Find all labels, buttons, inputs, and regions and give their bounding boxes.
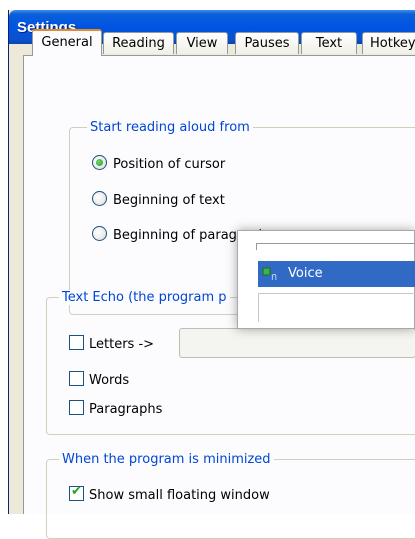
radio-icon: [92, 226, 107, 241]
radio-selected-icon: [92, 155, 107, 170]
tab-label: Hotkey: [370, 36, 415, 51]
menu-item-voice[interactable]: ก Voice: [258, 261, 415, 287]
tab-hotkey[interactable]: Hotkey: [362, 32, 415, 54]
tab-pauses[interactable]: Pauses: [235, 32, 299, 54]
checkbox-words[interactable]: Words: [69, 371, 129, 388]
radio-icon: [92, 191, 107, 206]
tab-label: Pauses: [244, 36, 290, 51]
menu-bar-edge: [256, 243, 415, 250]
tab-reading[interactable]: Reading: [103, 32, 174, 54]
checkbox-checked-icon: [69, 484, 84, 501]
checkbox-icon: [69, 335, 84, 350]
option-label: Letters ->: [89, 337, 155, 352]
context-menu-popup: ก Voice: [237, 230, 415, 329]
option-label: Show small floating window: [89, 488, 270, 503]
option-label: Words: [89, 373, 130, 388]
menu-item-label: Voice: [288, 266, 323, 281]
option-label: Position of cursor: [113, 157, 226, 172]
checkbox-letters[interactable]: Letters ->: [69, 335, 154, 352]
start-reading-legend: Start reading aloud from: [87, 120, 253, 135]
checkbox-icon: [69, 400, 84, 415]
radio-beginning-of-text[interactable]: Beginning of text: [92, 191, 225, 208]
tab-text[interactable]: Text: [301, 32, 357, 54]
tab-label: General: [41, 35, 93, 50]
text-echo-legend: Text Echo (the program p: [59, 290, 230, 305]
menu-lower-area: [258, 293, 415, 322]
letters-settings-button[interactable]: [179, 328, 415, 358]
minimized-legend: When the program is minimized: [59, 452, 274, 467]
tab-label: Text: [315, 36, 343, 51]
tab-label: View: [186, 36, 218, 51]
option-label: Beginning of text: [113, 193, 225, 208]
checkbox-show-floating-window[interactable]: Show small floating window: [69, 484, 270, 503]
tab-general[interactable]: General: [32, 29, 102, 56]
radio-position-of-cursor[interactable]: Position of cursor: [92, 155, 225, 172]
option-label: Paragraphs: [89, 402, 163, 417]
tab-view[interactable]: View: [176, 32, 228, 54]
voice-icon: ก: [262, 266, 280, 283]
tab-label: Reading: [112, 36, 165, 51]
svg-text:ก: ก: [271, 272, 277, 282]
checkbox-icon: [69, 371, 84, 386]
checkbox-paragraphs[interactable]: Paragraphs: [69, 400, 162, 417]
